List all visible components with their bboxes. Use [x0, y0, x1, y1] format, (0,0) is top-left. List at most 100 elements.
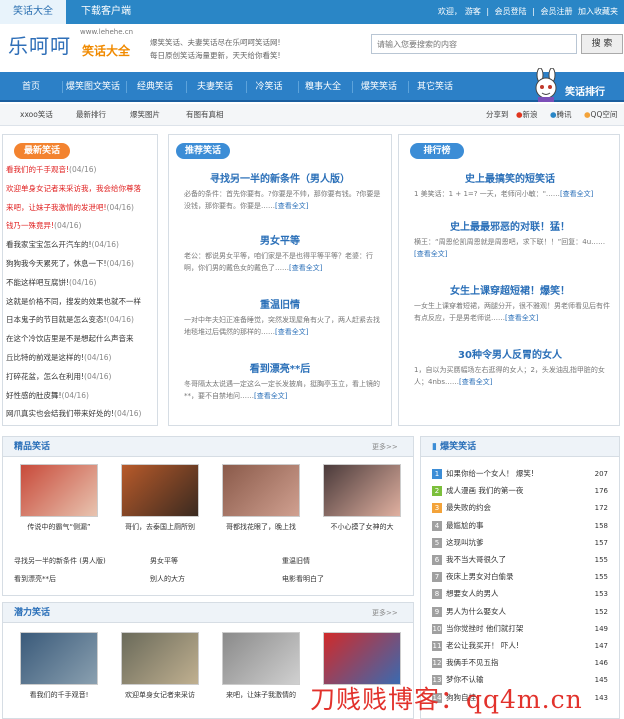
nav-item-embarrassing[interactable]: 糗事大全	[294, 72, 352, 102]
hot-joke-row[interactable]: 10 当你觉挫时 他们就打架 149	[432, 623, 612, 637]
hot-joke-row[interactable]: 3 最失败的约会 172	[432, 502, 612, 516]
latest-joke-link[interactable]: 看我家宝宝怎么开汽车的!	[6, 240, 92, 249]
nav-item-other[interactable]: 其它笑话	[406, 72, 464, 102]
hot-joke-row[interactable]: 12 我俩手不见五指 146	[432, 657, 612, 671]
featured-link-text[interactable]: 电影看明白了	[282, 574, 324, 584]
hot-joke-row[interactable]: 6 我不当大哥很久了 155	[432, 554, 612, 568]
latest-joke-link[interactable]: 看我们的千手观音!	[6, 165, 69, 174]
ranking-heading[interactable]: 女生上课穿超短裙！爆笑！	[402, 282, 618, 297]
latest-joke-item[interactable]: 在这个冷饮店里是不是想起什么声音来	[6, 333, 134, 344]
latest-joke-item[interactable]: 看我们的千手观音!(04/16)	[6, 164, 96, 175]
nav-item-hilarious[interactable]: 爆笑笑话	[350, 72, 408, 102]
recommend-heading[interactable]: 寻找另一半的新条件（男人版）	[172, 170, 388, 185]
latest-joke-link[interactable]: 狗狗我今天累死了，休息一下!	[6, 259, 107, 268]
recommend-heading[interactable]: 看到漂亮**后	[172, 360, 388, 375]
featured-link-text[interactable]: 重温旧情	[282, 556, 310, 566]
ranking-heading[interactable]: 史上最搞笑的短笑话	[402, 170, 618, 185]
potential-thumbnail-caption[interactable]: 看我们的千手观音!	[12, 690, 106, 700]
add-favorite-link[interactable]: 加入收藏夹	[578, 7, 618, 16]
recommend-read-more-link[interactable]: [查看全文]	[254, 392, 287, 400]
hot-joke-title[interactable]: 我不当大哥很久了	[446, 554, 506, 566]
share-qzone[interactable]: ●QQ空间	[584, 104, 617, 126]
potential-thumbnail-image[interactable]	[222, 632, 300, 685]
hot-joke-title[interactable]: 如果你给一个女人！ 爆笑!	[446, 468, 534, 480]
recommend-heading[interactable]: 重温旧情	[172, 296, 388, 311]
featured-more-link[interactable]: 更多>>	[372, 437, 398, 457]
latest-joke-item[interactable]: 欢迎单身女记者来采访我，我会给你尊落	[6, 183, 141, 194]
recommend-heading[interactable]: 男女平等	[172, 232, 388, 247]
featured-thumbnail-image[interactable]	[121, 464, 199, 517]
hot-joke-row[interactable]: 9 男人为什么娶女人 152	[432, 606, 612, 620]
recommend-read-more-link[interactable]: [查看全文]	[275, 328, 308, 336]
latest-joke-link[interactable]: 来吧，让妹子我激情的发泄吧!	[6, 203, 107, 212]
latest-joke-item[interactable]: 不能这样吧互腐饼!(04/16)	[6, 277, 96, 288]
nav-item-picture-jokes[interactable]: 爆笑图文笑话	[62, 72, 124, 102]
site-logo[interactable]: 乐呵呵	[8, 30, 71, 59]
latest-joke-item[interactable]: 来吧，让妹子我激情的发泄吧!(04/16)	[6, 202, 134, 213]
featured-link-text[interactable]: 看到漂亮**后	[14, 574, 56, 584]
hot-joke-title[interactable]: 当你觉挫时 他们就打架	[446, 623, 523, 635]
hot-joke-title[interactable]: 想要女人的男人	[446, 588, 499, 600]
nav-item-home[interactable]: 首页	[2, 72, 60, 102]
hot-joke-row[interactable]: 2 成人漫画 我们的第一夜 176	[432, 485, 612, 499]
ranking-read-more-link[interactable]: [查看全文]	[560, 190, 593, 198]
potential-thumbnail-caption[interactable]: 欢迎单身女记者来采访	[113, 690, 207, 700]
featured-thumbnail-image[interactable]	[323, 464, 401, 517]
latest-joke-link[interactable]: 这就是价格不同，搜发的效果也就不一样	[6, 297, 141, 306]
share-tencent[interactable]: ●腾讯	[550, 104, 572, 126]
potential-thumbnail-image[interactable]	[323, 632, 401, 685]
hot-joke-row[interactable]: 8 想要女人的男人 153	[432, 588, 612, 602]
register-link[interactable]: 会员注册	[540, 7, 572, 16]
latest-joke-link[interactable]: 日本鬼子的节目就是怎么变态!	[6, 315, 107, 324]
potential-thumbnail-image[interactable]	[121, 632, 199, 685]
hot-joke-row[interactable]: 4 最尴尬的事 158	[432, 520, 612, 534]
latest-joke-link[interactable]: 打碎花盆，怎么在利用!	[6, 372, 84, 381]
latest-joke-item[interactable]: 打碎花盆，怎么在利用!(04/16)	[6, 371, 111, 382]
featured-thumbnail-caption[interactable]: 传说中的霸气“侧漏”	[12, 522, 106, 532]
ranking-read-more-link[interactable]: [查看全文]	[505, 314, 538, 322]
search-input[interactable]	[371, 34, 577, 54]
featured-link-text[interactable]: 寻找另一半的新条件 (男人版)	[14, 556, 106, 566]
guest-link[interactable]: 游客	[465, 7, 481, 16]
login-link[interactable]: 会员登陆	[495, 7, 527, 16]
hot-joke-title[interactable]: 这现叫坑爹	[446, 537, 484, 549]
hot-joke-row[interactable]: 7 夜床上男女对白偷录 155	[432, 571, 612, 585]
hot-joke-title[interactable]: 夜床上男女对白偷录	[446, 571, 514, 583]
subnav-item-pics-truth[interactable]: 有图有真相	[186, 104, 224, 126]
featured-thumbnail-caption[interactable]: 哥们，去泰国上厕所别	[113, 522, 207, 532]
latest-joke-link[interactable]: 欢迎单身女记者来采访我，我会给你尊落	[6, 184, 141, 193]
latest-joke-item[interactable]: 看我家宝宝怎么开汽车的!(04/16)	[6, 239, 119, 250]
featured-thumbnail-caption[interactable]: 哥都找花眼了，晚上找	[214, 522, 308, 532]
latest-joke-item[interactable]: 丘比特的前戏是这样的!(04/16)	[6, 352, 111, 363]
latest-joke-link[interactable]: 在这个冷饮店里是不是想起什么声音来	[6, 334, 134, 343]
ranking-heading[interactable]: 史上最最邪恶的对联！猛！	[402, 218, 618, 233]
subnav-item-xxoo[interactable]: xxoo笑话	[20, 104, 53, 126]
latest-joke-link[interactable]: 丘比特的前戏是这样的!	[6, 353, 84, 362]
latest-joke-item[interactable]: 网爪真实也会结我们带来好处的!(04/16)	[6, 408, 141, 419]
latest-joke-link[interactable]: 不能这样吧互腐饼!	[6, 278, 69, 287]
subnav-item-funny-pics[interactable]: 爆笑图片	[130, 104, 160, 126]
hot-joke-title[interactable]: 最尴尬的事	[446, 520, 484, 532]
nav-item-classic[interactable]: 经典笑话	[126, 72, 184, 102]
latest-joke-link[interactable]: 好性感的肚皮舞!	[6, 391, 62, 400]
subnav-item-latest-rank[interactable]: 最新排行	[76, 104, 106, 126]
featured-thumbnail-image[interactable]	[20, 464, 98, 517]
hot-joke-title[interactable]: 最失败的约会	[446, 502, 491, 514]
tab-jokes[interactable]: 笑话大全	[0, 0, 66, 24]
featured-link-text[interactable]: 男女平等	[150, 556, 178, 566]
potential-more-link[interactable]: 更多>>	[372, 603, 398, 623]
latest-joke-link[interactable]: 网爪真实也会结我们带来好处的!	[6, 409, 114, 418]
ranking-read-more-link[interactable]: [查看全文]	[414, 250, 447, 258]
hot-joke-title[interactable]: 成人漫画 我们的第一夜	[446, 485, 523, 497]
share-sina[interactable]: ●新浪	[516, 104, 538, 126]
latest-joke-item[interactable]: 好性感的肚皮舞!(04/16)	[6, 390, 89, 401]
latest-joke-item[interactable]: 日本鬼子的节目就是怎么变态!(04/16)	[6, 314, 134, 325]
latest-joke-link[interactable]: 钱乃一殊竟异!	[6, 221, 54, 230]
nav-item-cold[interactable]: 冷笑话	[240, 72, 298, 102]
potential-thumbnail-image[interactable]	[20, 632, 98, 685]
search-button[interactable]: 搜 索	[581, 34, 623, 54]
hot-joke-row[interactable]: 11 老公让我买开！ 吓人! 147	[432, 640, 612, 654]
featured-link-text[interactable]: 别人的大方	[150, 574, 185, 584]
hot-joke-row[interactable]: 1 如果你给一个女人！ 爆笑! 207	[432, 468, 612, 482]
ranking-heading[interactable]: 30种令男人反胃的女人	[402, 346, 618, 361]
